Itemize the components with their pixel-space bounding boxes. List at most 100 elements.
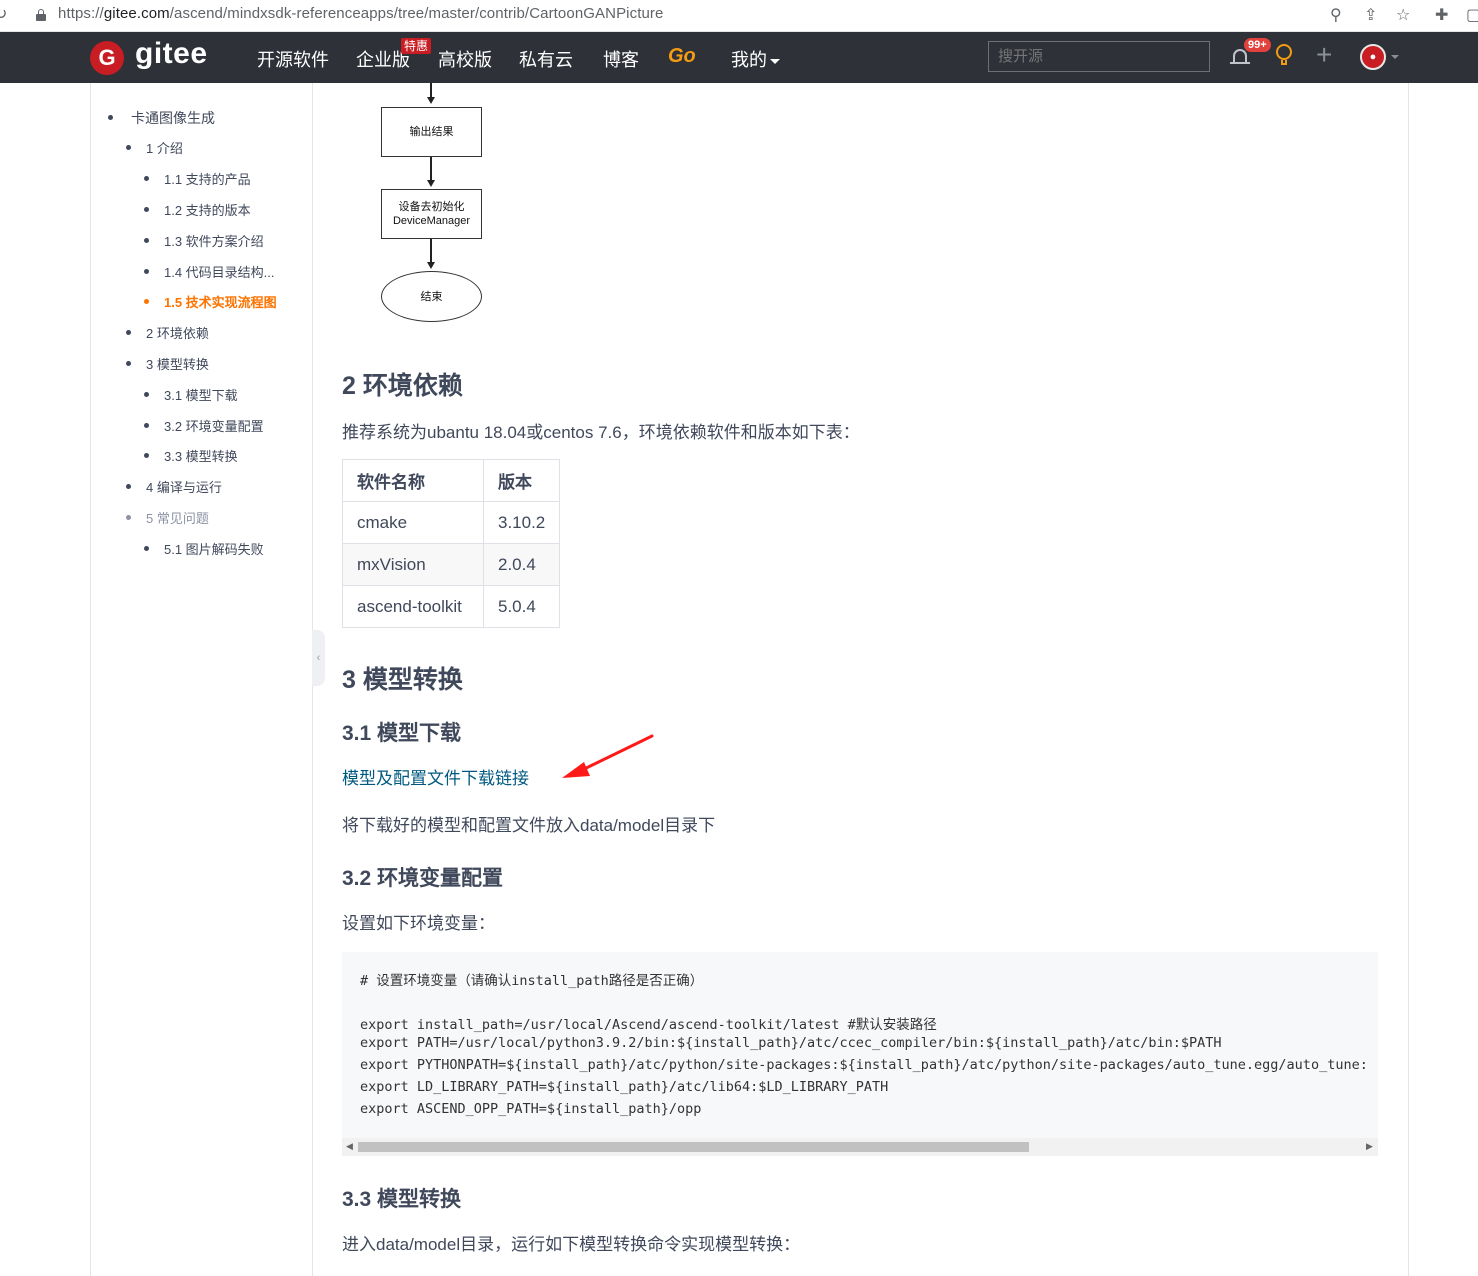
scrollbar-thumb[interactable]	[358, 1142, 1029, 1152]
table-cell: mxVision	[342, 543, 484, 586]
heading-convert: 3.3 模型转换	[342, 1188, 462, 1211]
bullet-icon	[144, 269, 149, 274]
page-frame-right	[1408, 83, 1409, 1276]
model-download-link[interactable]: 模型及配置文件下载链接	[342, 764, 529, 789]
search-input[interactable]	[988, 41, 1210, 72]
avatar-chevron-down-icon[interactable]	[1391, 55, 1399, 59]
table-header-row: 软件名称 版本	[342, 459, 561, 502]
bullet-icon	[144, 299, 149, 304]
flow-box-output: 输出结果	[381, 107, 482, 157]
toc-item[interactable]: 1 介绍	[126, 138, 183, 157]
code-line: export install_path=/usr/local/Ascend/as…	[360, 1017, 937, 1033]
toc-item[interactable]: 5.1 图片解码失败	[144, 539, 264, 558]
toc-item[interactable]: 1.2 支持的版本	[144, 200, 251, 219]
horizontal-scrollbar[interactable]: ◀ ▶	[342, 1138, 1378, 1156]
bullet-icon	[144, 546, 149, 551]
toc-item[interactable]: 3.1 模型下载	[144, 385, 238, 404]
zoom-icon[interactable]: ⚲	[1330, 5, 1342, 25]
download-description: 将下载好的模型和配置文件放入data/model目录下	[342, 816, 716, 835]
toc-item-label: 3.1 模型下载	[164, 388, 238, 403]
lightbulb-icon[interactable]	[1275, 44, 1293, 66]
url-field[interactable]: https://gitee.com/ascend/mindxsdk-refere…	[58, 5, 663, 22]
table-cell: 3.10.2	[482, 501, 561, 544]
share-icon[interactable]: ⇪	[1364, 5, 1377, 25]
flow-arrow-head	[427, 97, 435, 104]
scroll-left-icon[interactable]: ◀	[346, 1141, 353, 1152]
window-icon[interactable]: ▢	[1466, 5, 1478, 25]
avatar[interactable]: ●	[1360, 44, 1386, 70]
flow-end-oval: 结束	[381, 271, 482, 322]
code-line: export PATH=/usr/local/python3.9.2/bin:$…	[360, 1035, 1222, 1051]
toc-collapse-toggle[interactable]: ‹	[312, 630, 325, 686]
toc-item-label: 3 模型转换	[146, 357, 209, 372]
table-cell: 2.0.4	[482, 543, 561, 586]
code-block[interactable]: # 设置环境变量（请确认install_path路径是否正确） export i…	[342, 952, 1378, 1156]
extensions-icon[interactable]: ✚	[1435, 5, 1448, 25]
toc-item[interactable]: 1.5 技术实现流程图	[144, 292, 277, 311]
toc-item-label: 1.2 支持的版本	[164, 203, 251, 218]
nav-private-cloud[interactable]: 私有云	[519, 46, 573, 72]
bullet-icon	[126, 145, 131, 150]
special-offer-badge: 特惠	[401, 38, 432, 54]
toc-item[interactable]: 2 环境依赖	[126, 323, 209, 342]
plus-icon[interactable]: +	[1316, 40, 1332, 70]
flow-box-deinit: 设备去初始化 DeviceManager	[381, 189, 482, 239]
code-line: export PYTHONPATH=${install_path}/atc/py…	[360, 1057, 1368, 1073]
nav-mine-label: 我的	[731, 50, 767, 70]
toc-item[interactable]: 1.3 软件方案介绍	[144, 231, 264, 250]
toc-item-label: 1.4 代码目录结构...	[164, 265, 275, 280]
chevron-left-icon: ‹	[316, 652, 321, 664]
toc-item-label: 5.1 图片解码失败	[164, 542, 264, 557]
reload-icon[interactable]: ↻	[0, 4, 7, 24]
toc-item-label: 卡通图像生成	[131, 110, 215, 126]
table-cell: 5.0.4	[482, 585, 561, 628]
nav-blog[interactable]: 博客	[603, 46, 639, 72]
nav-mine-menu[interactable]: 我的	[731, 46, 780, 72]
bullet-icon	[144, 176, 149, 181]
toc-item[interactable]: 1.1 支持的产品	[144, 169, 251, 188]
toc-item-label: 2 环境依赖	[146, 326, 209, 341]
toc-item[interactable]: 4 编译与运行	[126, 477, 222, 496]
notification-badge: 99+	[1244, 38, 1271, 52]
gitee-logo-icon[interactable]: G	[90, 41, 124, 75]
flow-arrow-head	[427, 262, 435, 269]
heading-model-download: 3.1 模型下载	[342, 722, 462, 745]
table-row: cmake 3.10.2	[342, 501, 561, 544]
toc-item-label: 1.1 支持的产品	[164, 172, 251, 187]
table-header-cell: 版本	[482, 459, 561, 502]
bullet-icon	[144, 392, 149, 397]
bullet-icon	[144, 238, 149, 243]
flow-arrow-head	[427, 180, 435, 187]
toc-item[interactable]: 3.2 环境变量配置	[144, 416, 264, 435]
convert-description: 进入data/model目录，运行如下模型转换命令实现模型转换：	[342, 1235, 801, 1254]
code-line: export LD_LIBRARY_PATH=${install_path}/a…	[360, 1079, 889, 1095]
toc-item[interactable]: 1.4 代码目录结构...	[144, 262, 275, 281]
lock-icon[interactable]	[36, 9, 46, 21]
scroll-right-icon[interactable]: ▶	[1366, 1141, 1373, 1152]
nav-university[interactable]: 高校版	[438, 46, 492, 72]
table-row: ascend-toolkit 5.0.4	[342, 585, 561, 628]
heading-env-deps: 2 环境依赖	[342, 372, 463, 400]
heading-model-conversion: 3 模型转换	[342, 666, 463, 694]
toc-item[interactable]: 3.3 模型转换	[144, 446, 238, 465]
bullet-icon	[144, 453, 149, 458]
table-cell: cmake	[342, 501, 484, 544]
toc-item[interactable]: 5 常见问题	[126, 508, 209, 527]
toc-item-label: 1 介绍	[146, 141, 183, 156]
toc-item-label: 3.2 环境变量配置	[164, 419, 264, 434]
toc-item-label: 1.5 技术实现流程图	[164, 295, 277, 310]
env-description: 推荐系统为ubantu 18.04或centos 7.6，环境依赖软件和版本如下…	[342, 423, 860, 442]
toc-item[interactable]: 3 模型转换	[126, 354, 209, 373]
flow-box-deinit-label-2: DeviceManager	[392, 215, 471, 227]
gitee-logo-text[interactable]: gitee	[135, 37, 208, 71]
bullet-icon	[144, 423, 149, 428]
nav-open-source[interactable]: 开源软件	[257, 46, 329, 72]
nav-go[interactable]: Go	[668, 45, 696, 68]
code-line: export ASCEND_OPP_PATH=${install_path}/o…	[360, 1101, 702, 1117]
table-row: mxVision 2.0.4	[342, 543, 561, 586]
chevron-down-icon	[770, 58, 780, 64]
toc-item-label: 1.3 软件方案介绍	[164, 234, 264, 249]
bullet-icon	[144, 207, 149, 212]
toc-item[interactable]: 卡通图像生成	[108, 108, 215, 128]
star-icon[interactable]: ☆	[1396, 5, 1410, 25]
